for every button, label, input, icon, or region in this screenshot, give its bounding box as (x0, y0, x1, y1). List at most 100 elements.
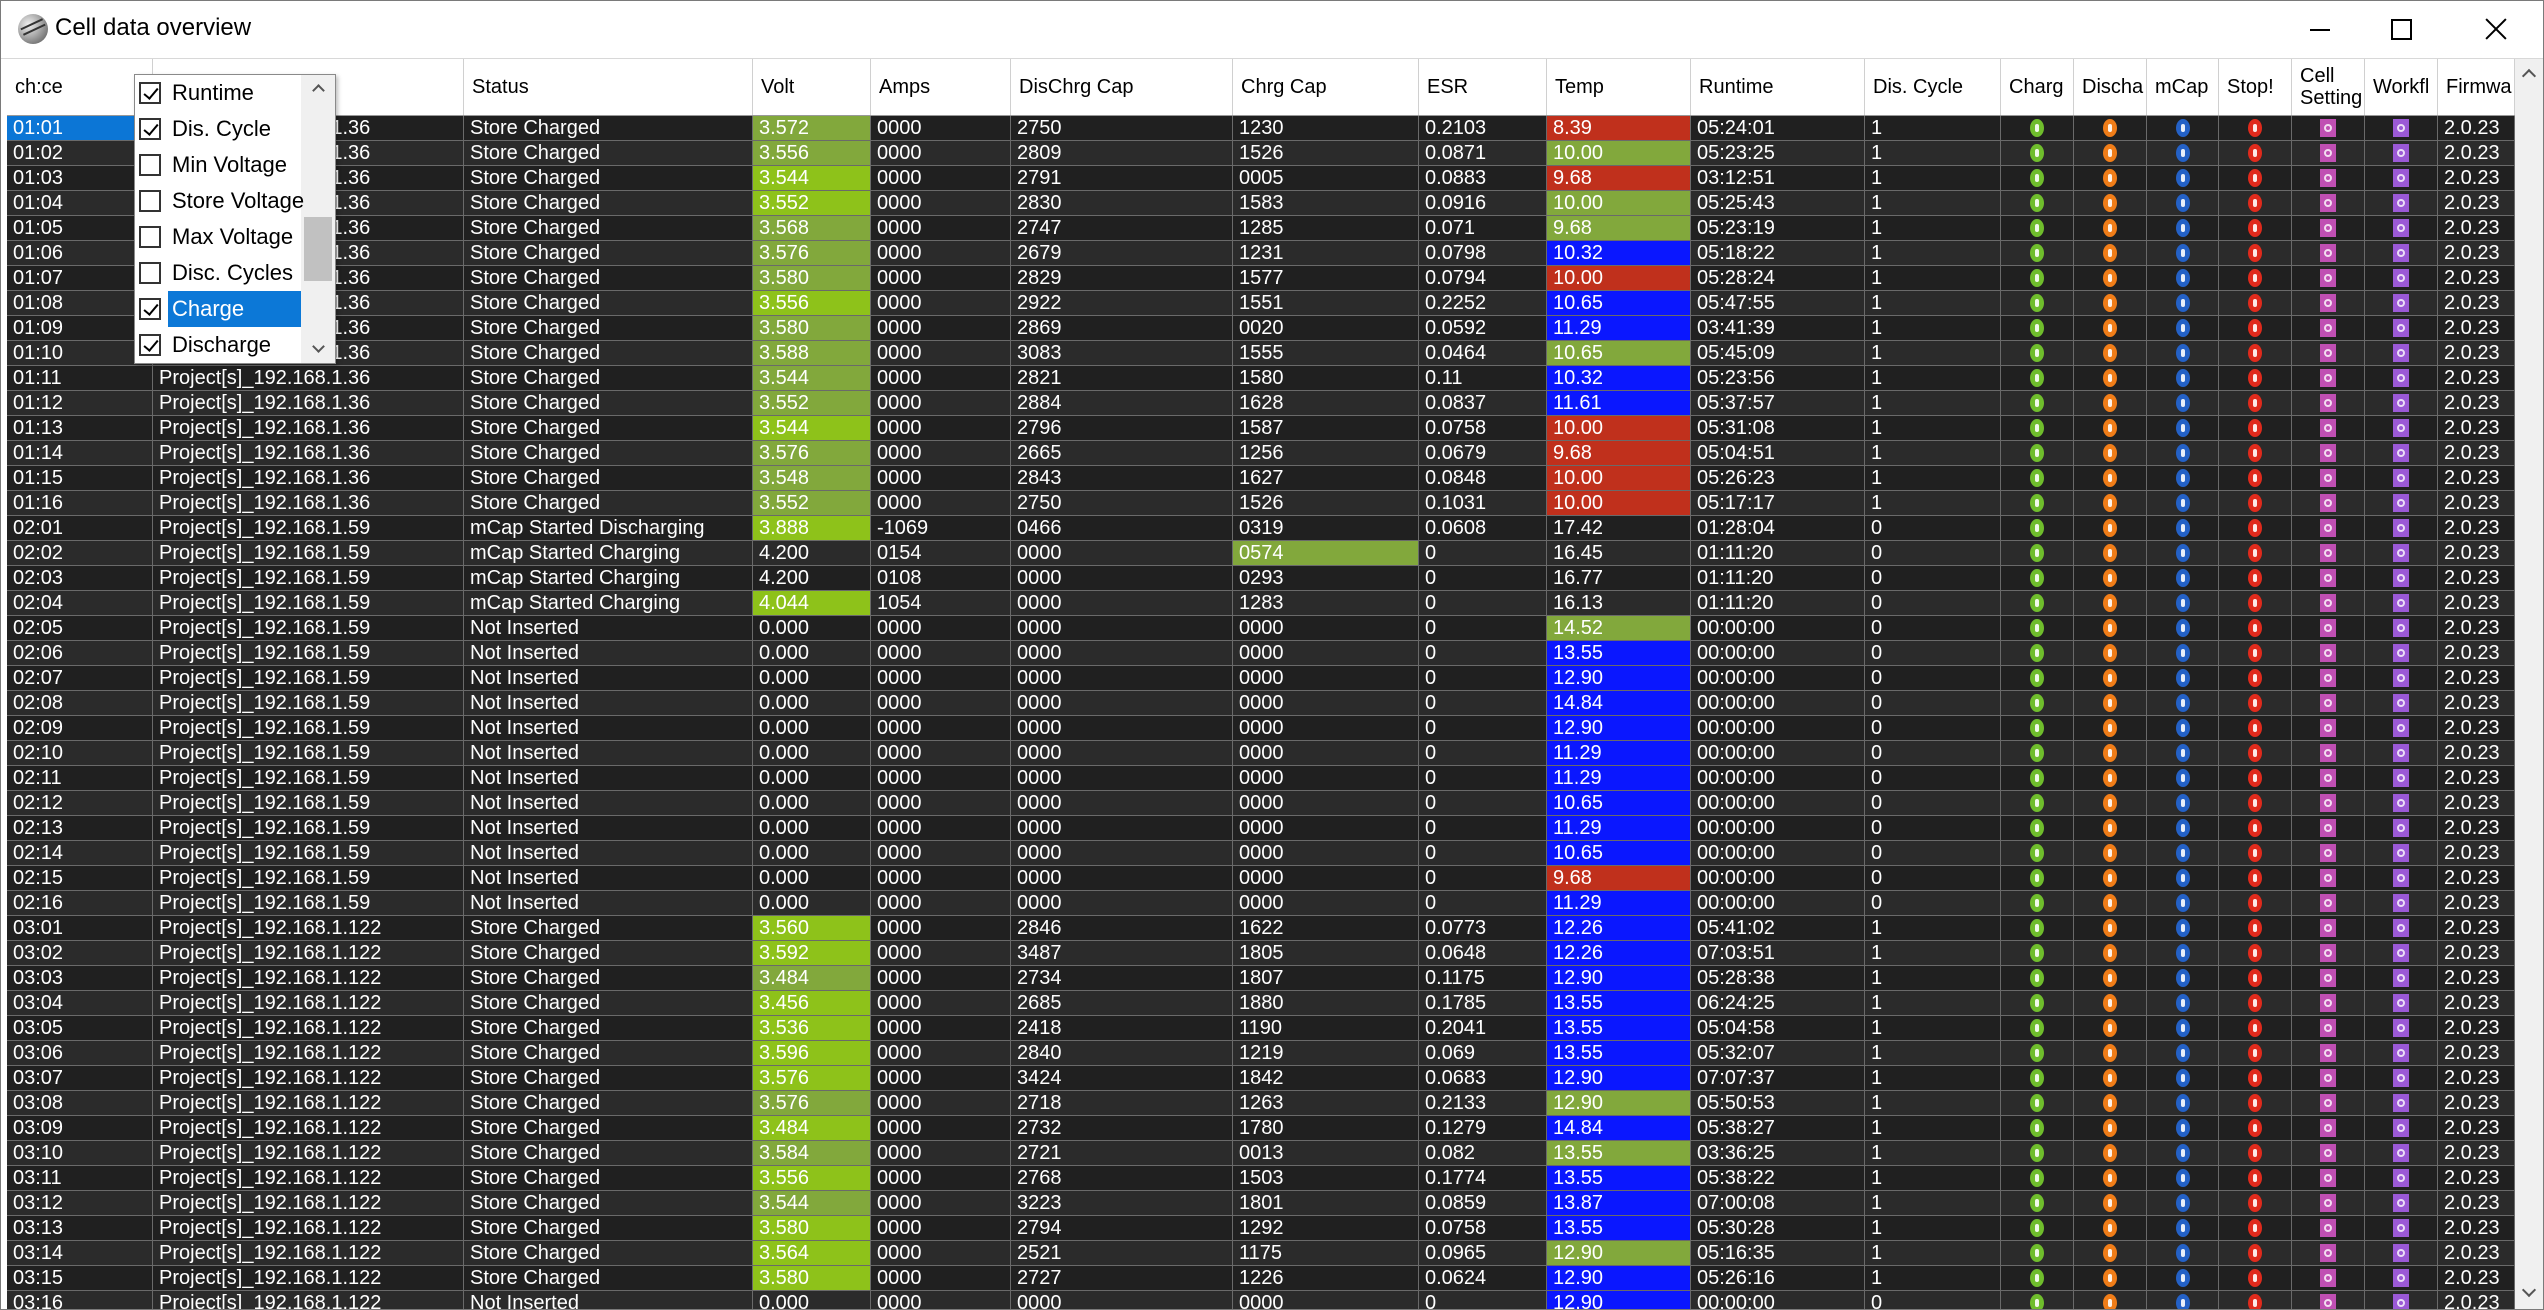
ch-cell[interactable]: 02:03 (7, 566, 153, 591)
discharge-icon[interactable] (2103, 444, 2117, 462)
amps-cell[interactable]: 0000 (871, 1191, 1011, 1216)
status-cell[interactable]: Not Inserted (464, 716, 753, 741)
i-charge-cell[interactable] (2001, 491, 2074, 516)
mcap-icon[interactable] (2175, 444, 2190, 462)
i-charge-cell[interactable] (2001, 216, 2074, 241)
temp-cell[interactable]: 12.26 (1547, 916, 1691, 941)
mcap-icon[interactable] (2175, 894, 2190, 912)
firmware-cell[interactable]: 2.0.23 (2438, 1241, 2515, 1266)
chg-cell[interactable]: 1583 (1233, 191, 1419, 216)
amps-cell[interactable]: 0000 (871, 891, 1011, 916)
volt-cell[interactable]: 3.576 (753, 1066, 871, 1091)
chg-cell[interactable]: 0000 (1233, 741, 1419, 766)
i-workflow-cell[interactable] (2365, 341, 2438, 366)
dischg-cell[interactable]: 2734 (1011, 966, 1233, 991)
ch-cell[interactable]: 01:10 (7, 341, 153, 366)
table-row[interactable]: 01:14 Project[s]_192.168.1.36 Store Charge… (7, 441, 2515, 466)
runtime-cell[interactable]: 05:37:57 (1691, 391, 1865, 416)
mcap-icon[interactable] (2175, 494, 2190, 512)
mcap-icon[interactable] (2175, 869, 2190, 887)
column-header-chg[interactable]: Chrg Cap (1233, 59, 1419, 115)
i-workflow-cell[interactable] (2365, 791, 2438, 816)
i-discharge-cell[interactable] (2074, 341, 2147, 366)
ch-cell[interactable]: 01:06 (7, 241, 153, 266)
project-cell[interactable]: Project[s]_192.168.1.59 (153, 791, 464, 816)
volt-cell[interactable]: 0.000 (753, 841, 871, 866)
ch-cell[interactable]: 01:01 (7, 116, 153, 141)
i-settings-cell[interactable] (2292, 641, 2365, 666)
amps-cell[interactable]: 0000 (871, 941, 1011, 966)
checked-checkbox-icon[interactable] (139, 82, 161, 104)
ch-cell[interactable]: 01:07 (7, 266, 153, 291)
workflow-icon[interactable] (2393, 969, 2409, 987)
i-mcap-cell[interactable] (2147, 866, 2219, 891)
cycle-cell[interactable]: 0 (1865, 641, 2001, 666)
discharge-icon[interactable] (2103, 1044, 2117, 1062)
mcap-icon[interactable] (2175, 169, 2190, 187)
ch-cell[interactable]: 01:13 (7, 416, 153, 441)
i-mcap-cell[interactable] (2147, 816, 2219, 841)
ch-cell[interactable]: 03:15 (7, 1266, 153, 1291)
stop-icon[interactable] (2248, 419, 2262, 437)
i-stop-cell[interactable] (2219, 866, 2292, 891)
column-header-volt[interactable]: Volt (753, 59, 871, 115)
i-mcap-cell[interactable] (2147, 741, 2219, 766)
column-toggle-item[interactable]: Runtime (135, 75, 301, 111)
temp-cell[interactable]: 10.65 (1547, 791, 1691, 816)
status-cell[interactable]: Store Charged (464, 241, 753, 266)
i-charge-cell[interactable] (2001, 191, 2074, 216)
charge-icon[interactable] (2030, 744, 2044, 762)
status-cell[interactable]: Not Inserted (464, 616, 753, 641)
volt-cell[interactable]: 3.568 (753, 216, 871, 241)
discharge-icon[interactable] (2103, 369, 2117, 387)
workflow-icon[interactable] (2393, 719, 2409, 737)
chg-cell[interactable]: 1226 (1233, 1266, 1419, 1291)
status-cell[interactable]: Store Charged (464, 191, 753, 216)
charge-icon[interactable] (2030, 969, 2044, 987)
amps-cell[interactable]: 0000 (871, 816, 1011, 841)
table-row[interactable]: 01:15 Project[s]_192.168.1.36 Store Charge… (7, 466, 2515, 491)
status-cell[interactable]: Store Charged (464, 1216, 753, 1241)
i-charge-cell[interactable] (2001, 441, 2074, 466)
i-discharge-cell[interactable] (2074, 141, 2147, 166)
volt-cell[interactable]: 3.564 (753, 1241, 871, 1266)
cycle-cell[interactable]: 0 (1865, 516, 2001, 541)
project-cell[interactable]: Project[s]_192.168.1.36 (153, 416, 464, 441)
esr-cell[interactable]: 0.0592 (1419, 316, 1547, 341)
esr-cell[interactable]: 0.082 (1419, 1141, 1547, 1166)
runtime-cell[interactable]: 00:00:00 (1691, 666, 1865, 691)
i-discharge-cell[interactable] (2074, 491, 2147, 516)
mcap-icon[interactable] (2175, 219, 2190, 237)
esr-cell[interactable]: 0.0916 (1419, 191, 1547, 216)
i-mcap-cell[interactable] (2147, 1291, 2219, 1309)
project-cell[interactable]: Project[s]_192.168.1.122 (153, 916, 464, 941)
status-cell[interactable]: Not Inserted (464, 641, 753, 666)
cycle-cell[interactable]: 1 (1865, 1241, 2001, 1266)
i-settings-cell[interactable] (2292, 591, 2365, 616)
volt-cell[interactable]: 3.560 (753, 916, 871, 941)
runtime-cell[interactable]: 00:00:00 (1691, 716, 1865, 741)
status-cell[interactable]: Not Inserted (464, 666, 753, 691)
i-settings-cell[interactable] (2292, 191, 2365, 216)
workflow-icon[interactable] (2393, 544, 2409, 562)
i-discharge-cell[interactable] (2074, 466, 2147, 491)
i-settings-cell[interactable] (2292, 1141, 2365, 1166)
dischg-cell[interactable]: 0000 (1011, 716, 1233, 741)
dischg-cell[interactable]: 0000 (1011, 866, 1233, 891)
workflow-icon[interactable] (2393, 144, 2409, 162)
ch-cell[interactable]: 01:02 (7, 141, 153, 166)
column-header-ch[interactable]: ch:ce (7, 59, 153, 115)
status-cell[interactable]: Not Inserted (464, 741, 753, 766)
temp-cell[interactable]: 11.29 (1547, 766, 1691, 791)
temp-cell[interactable]: 11.61 (1547, 391, 1691, 416)
i-workflow-cell[interactable] (2365, 841, 2438, 866)
i-mcap-cell[interactable] (2147, 366, 2219, 391)
stop-icon[interactable] (2248, 119, 2262, 137)
chg-cell[interactable]: 0000 (1233, 641, 1419, 666)
esr-cell[interactable]: 0.069 (1419, 1041, 1547, 1066)
table-row[interactable]: 03:04 Project[s]_192.168.1.122 Store Charg… (7, 991, 2515, 1016)
firmware-cell[interactable]: 2.0.23 (2438, 116, 2515, 141)
i-settings-cell[interactable] (2292, 316, 2365, 341)
i-settings-cell[interactable] (2292, 666, 2365, 691)
i-stop-cell[interactable] (2219, 1016, 2292, 1041)
